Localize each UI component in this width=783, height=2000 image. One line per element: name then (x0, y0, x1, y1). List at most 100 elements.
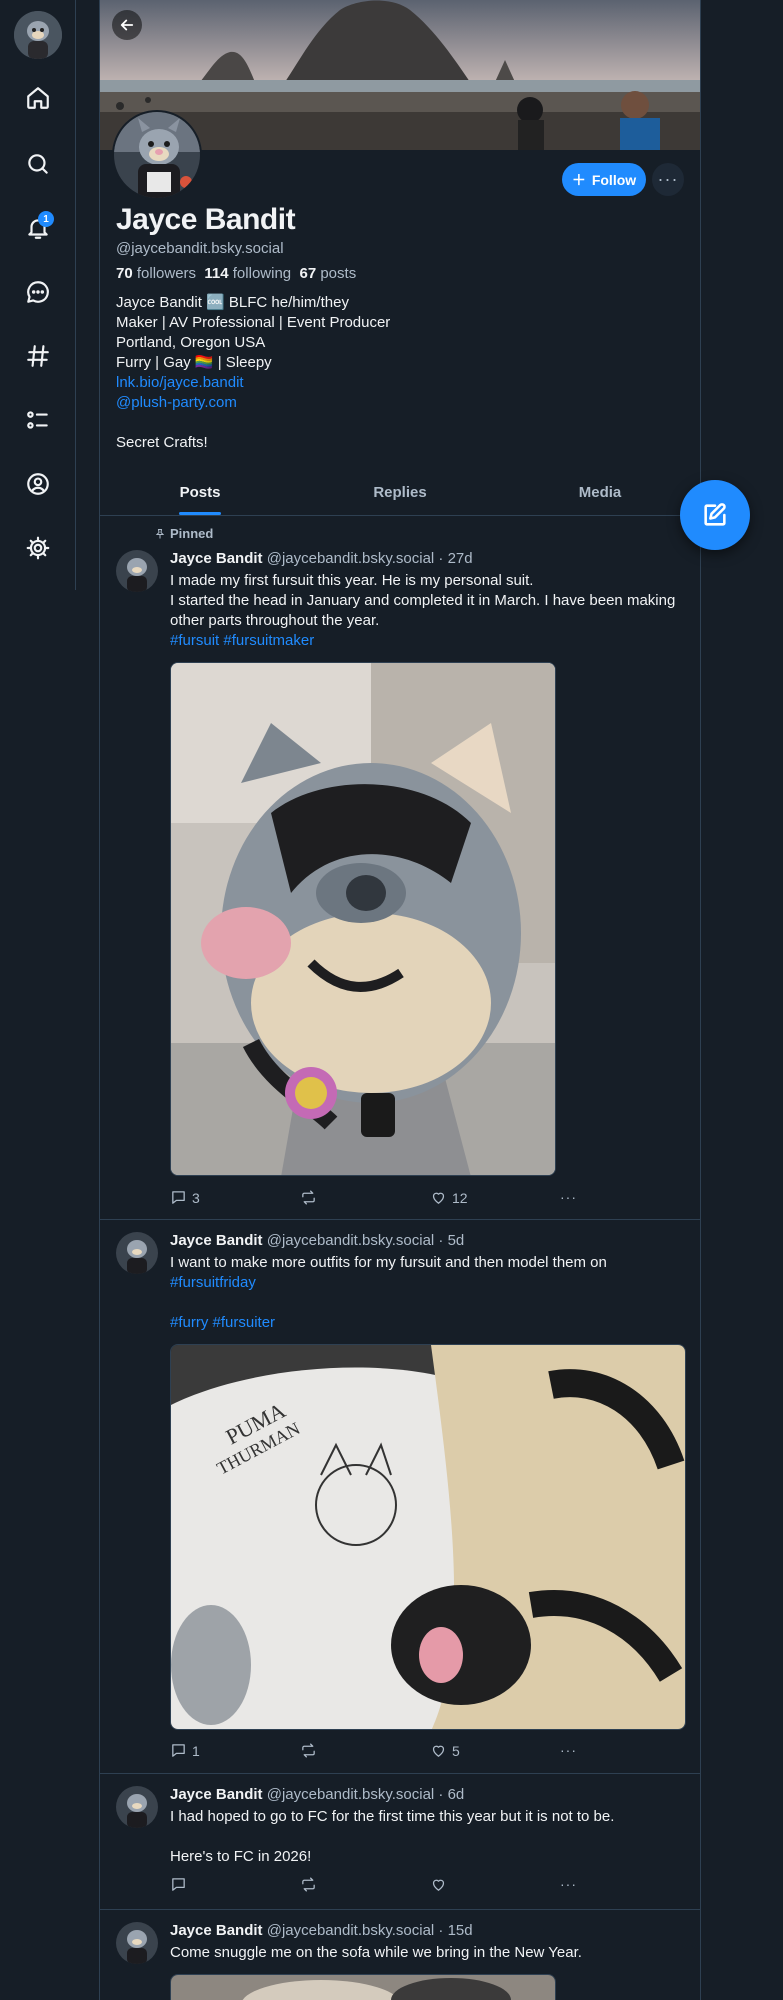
ellipsis-icon: ··· (657, 169, 679, 189)
avatar-image (116, 1232, 158, 1274)
post-header: Jayce Bandit @jaycebandit.bsky.social · … (170, 1786, 464, 1803)
feed-post[interactable]: Jayce Bandit @jaycebandit.bsky.social · … (100, 1910, 700, 2000)
follow-button[interactable]: ＋ Follow (562, 163, 646, 196)
repost-icon (302, 1877, 315, 1892)
bio-link[interactable]: lnk.bio/jayce.bandit (116, 373, 390, 393)
reply-button[interactable] (170, 1876, 187, 1893)
post-author-name[interactable]: Jayce Bandit (170, 550, 263, 567)
post-author-avatar[interactable] (116, 1786, 158, 1828)
repost-button[interactable] (300, 1876, 317, 1893)
nav-feeds[interactable] (18, 336, 58, 376)
like-count: 12 (452, 1189, 468, 1206)
avatar-image (116, 1922, 158, 1964)
post-author-avatar[interactable] (116, 1232, 158, 1274)
ellipsis-icon: ··· (560, 1189, 577, 1205)
nav-notifications[interactable]: 1 (18, 208, 58, 248)
reply-count: 3 (192, 1189, 200, 1206)
post-actions: 1 5 ··· (170, 1742, 590, 1762)
post-author-handle[interactable]: @jaycebandit.bsky.social (267, 550, 435, 567)
feed-post[interactable]: Jayce Bandit @jaycebandit.bsky.social · … (100, 1774, 700, 1910)
nav-chat[interactable] (18, 272, 58, 312)
nav-home[interactable] (18, 78, 58, 118)
ellipsis-icon: ··· (560, 1876, 577, 1892)
post-image[interactable] (170, 662, 556, 1176)
like-count: 5 (452, 1742, 460, 1759)
post-author-handle[interactable]: @jaycebandit.bsky.social (267, 1786, 435, 1803)
nav-profile[interactable] (18, 464, 58, 504)
like-button[interactable]: 5 (430, 1742, 460, 1759)
notification-badge: 1 (38, 211, 54, 227)
nav-lists[interactable] (18, 400, 58, 440)
reply-button[interactable]: 1 (170, 1742, 200, 1759)
repost-button[interactable] (300, 1742, 317, 1759)
hashtag-icon (27, 345, 49, 367)
nav-search[interactable] (18, 144, 58, 184)
post-text-line: I made my first fursuit this year. He is… (170, 572, 534, 589)
followers-stat[interactable]: 70 followers (116, 265, 196, 282)
post-more-button[interactable]: ··· (560, 1742, 577, 1758)
post-time[interactable]: · 15d (438, 1922, 472, 1939)
avatar-image (14, 11, 62, 59)
like-button[interactable] (430, 1876, 447, 1893)
profile-stats: 70 followers 114 following 67 posts (116, 265, 356, 282)
heart-icon (432, 1745, 445, 1757)
bio-line: Maker | AV Professional | Event Producer (116, 314, 391, 331)
avatar-image (116, 550, 158, 592)
post-author-name[interactable]: Jayce Bandit (170, 1232, 263, 1249)
reply-button[interactable]: 3 (170, 1189, 200, 1206)
post-author-handle[interactable]: @jaycebandit.bsky.social (267, 1232, 435, 1249)
pinned-label: Pinned (170, 526, 214, 541)
fursuit-outfit-photo: PUMA THURMAN (171, 1345, 685, 1729)
display-name: Jayce Bandit (116, 203, 296, 236)
heart-icon (432, 1879, 445, 1891)
tab-posts[interactable]: Posts (100, 470, 300, 515)
post-author-handle[interactable]: @jaycebandit.bsky.social (267, 1922, 435, 1939)
post-author-name[interactable]: Jayce Bandit (170, 1786, 263, 1803)
current-user-avatar[interactable] (14, 11, 62, 59)
avatar-image (114, 112, 200, 198)
back-button[interactable] (112, 10, 142, 40)
tab-replies[interactable]: Replies (300, 470, 500, 515)
post-time[interactable]: · 6d (438, 1786, 464, 1803)
post-time[interactable]: · 5d (438, 1232, 464, 1249)
post-text-line: Come snuggle me on the sofa while we bri… (170, 1944, 582, 1961)
post-author-avatar[interactable] (116, 550, 158, 592)
post-more-button[interactable]: ··· (560, 1876, 577, 1892)
post-author-avatar[interactable] (116, 1922, 158, 1964)
profile-tabs: Posts Replies Media (100, 470, 700, 516)
bio-line: Furry | Gay 🏳️‍🌈 | Sleepy (116, 354, 272, 371)
feed-post[interactable]: Pinned Jayce Bandit @jaycebandit.bsky.so… (100, 516, 700, 1220)
ellipsis-icon: ··· (560, 1742, 577, 1758)
more-options-button[interactable]: ··· (652, 163, 684, 196)
post-hashtags[interactable]: #fursuit #fursuitmaker (170, 631, 680, 651)
profile-avatar[interactable] (112, 110, 202, 200)
post-image[interactable]: PUMA THURMAN (170, 1344, 686, 1730)
compose-post-button[interactable] (680, 480, 750, 550)
profile-column: ＋ Follow ··· Jayce Bandit @jaycebandit.b… (99, 0, 701, 2000)
post-image[interactable] (170, 1974, 556, 2000)
follow-label: Follow (591, 171, 637, 188)
post-hashtag[interactable]: #fursuitfriday (170, 1273, 680, 1293)
compose-icon (704, 503, 726, 526)
repost-button[interactable] (300, 1189, 317, 1206)
pin-icon (155, 528, 165, 538)
post-hashtags[interactable]: #furry #fursuiter (170, 1313, 680, 1333)
bio-link[interactable]: @plush-party.com (116, 393, 390, 413)
like-button[interactable]: 12 (430, 1189, 468, 1206)
chat-icon (27, 281, 49, 303)
reply-icon (172, 1744, 185, 1757)
profile-bio: Jayce Bandit 🆒 BLFC he/him/they Maker | … (116, 293, 390, 453)
tab-media[interactable]: Media (500, 470, 700, 515)
feed-post[interactable]: Jayce Bandit @jaycebandit.bsky.social · … (100, 1220, 700, 1774)
reply-count: 1 (192, 1742, 200, 1759)
post-more-button[interactable]: ··· (560, 1189, 577, 1205)
nav-settings[interactable] (18, 528, 58, 568)
post-time[interactable]: · 27d (438, 550, 472, 567)
following-stat[interactable]: 114 following (204, 265, 291, 282)
post-header: Jayce Bandit @jaycebandit.bsky.social · … (170, 550, 473, 567)
post-text-line: I had hoped to go to FC for the first ti… (170, 1808, 615, 1825)
post-author-name[interactable]: Jayce Bandit (170, 1922, 263, 1939)
list-icon (27, 411, 48, 429)
post-actions: ··· (170, 1876, 590, 1896)
post-text-line: I started the head in January and comple… (170, 592, 676, 629)
